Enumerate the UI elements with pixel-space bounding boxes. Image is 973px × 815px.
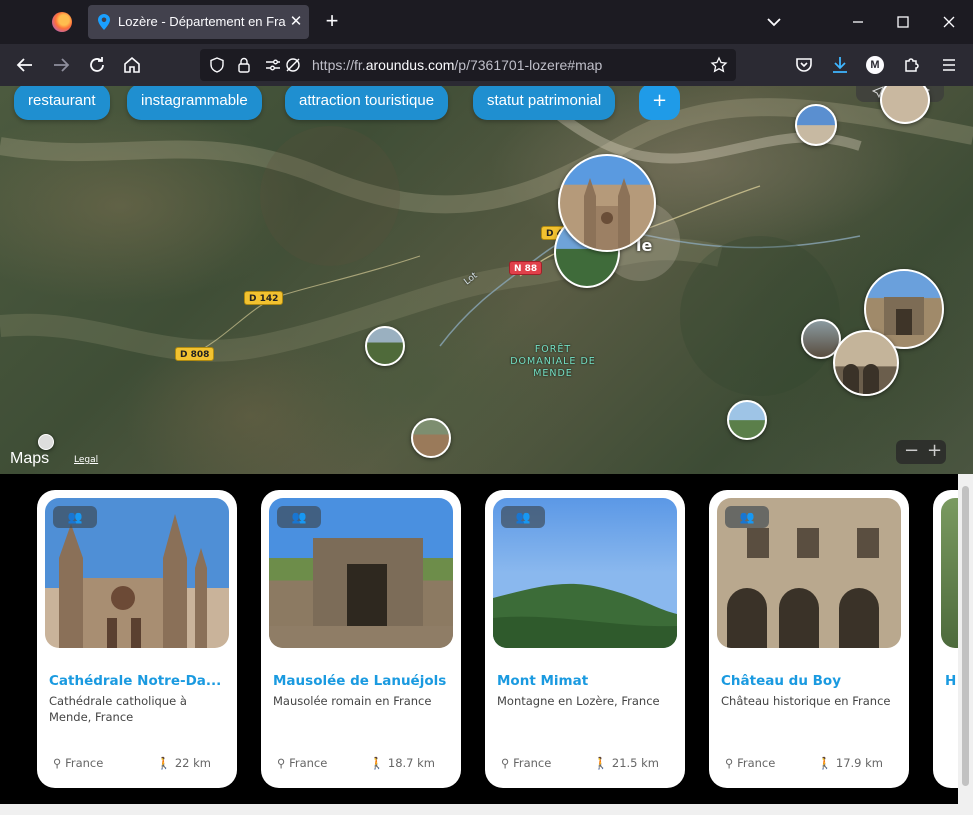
new-tab-button[interactable]: + [321,10,343,32]
filter-chip-heritage[interactable]: statut patrimonial [473,86,616,120]
place-card[interactable]: 👥 Mont Mimat Montagne en Lozère, France … [485,490,685,788]
card-location: ⚲ France [501,756,552,770]
card-description: Montagne en Lozère, France [497,694,660,708]
hamburger-menu-icon[interactable] [937,53,961,77]
card-distance: 🚶 18.7 km [369,756,435,770]
more-filters-button[interactable]: + [639,86,680,120]
people-icon: 👥 [53,506,97,528]
tab-list-chevron-icon[interactable] [762,10,786,34]
filter-chip-instagrammable[interactable]: instagrammable [127,86,262,120]
card-description: Mausolée romain en France [273,694,432,708]
scrollbar-thumb[interactable] [962,486,969,786]
card-location: ⚲ France [277,756,328,770]
card-title[interactable]: Mont Mimat [497,673,677,689]
url-text[interactable]: https://fr.aroundus.com/p/7361701-lozere… [312,57,602,73]
lock-icon[interactable] [236,56,252,74]
people-icon: 👥 [725,506,769,528]
map-pin-church[interactable] [795,104,837,146]
permissions-icon[interactable] [264,57,282,73]
card-footer: ⚲ France 🚶 21.5 km [485,748,685,788]
map-view[interactable]: restaurant instagrammable attraction tou… [0,86,973,474]
location-pin-favicon-icon [98,14,110,30]
map-marker-icon: ⚲ [277,756,286,770]
map-pin-cathedrale[interactable] [558,154,656,252]
card-title[interactable]: Mausolée de Lanuéjols [273,673,453,689]
card-footer: ⚲ France 🚶 18.7 km [261,748,461,788]
bookmark-star-icon[interactable] [710,56,728,74]
map-marker-icon: ⚲ [501,756,510,770]
walking-icon: 🚶 [156,756,172,770]
card-title[interactable]: H [945,673,958,689]
tab-title: Lozère - Département en France [118,14,286,29]
apple-maps-logo: Maps [10,450,50,467]
zoom-out-button[interactable]: − [904,440,919,462]
card-distance: 🚶 17.9 km [817,756,883,770]
walking-icon: 🚶 [593,756,609,770]
card-location: ⚲ France [53,756,104,770]
road-label-d142: D 142 [244,291,284,305]
card-photo-chateau: 👥 [717,498,901,648]
card-location: ⚲ France [725,756,776,770]
road-label-n88: N 88 [509,261,543,275]
home-icon[interactable] [120,53,144,77]
zoom-control[interactable]: − + [896,440,946,464]
forward-arrow-icon[interactable] [49,53,73,77]
minimize-button[interactable] [846,10,870,34]
place-card-partial[interactable]: H [933,490,958,788]
map-pin-village[interactable] [365,326,405,366]
card-footer: ⚲ France 🚶 22 km [37,748,237,788]
url-bar[interactable]: https://fr.aroundus.com/p/7361701-lozere… [200,49,736,81]
card-photo-cathedral: 👥 [45,498,229,648]
card-title[interactable]: Château du Boy [721,673,901,689]
map-pin-house[interactable] [411,418,451,458]
satellite-terrain [0,98,973,396]
place-card[interactable]: 👥 Château du Boy Château historique en F… [709,490,909,788]
browser-tab-bar: Lozère - Département en France ✕ + [0,0,973,44]
account-avatar[interactable]: M [866,56,884,74]
zoom-in-button[interactable]: + [927,440,942,462]
road-label-d808: D 808 [175,347,215,361]
place-card[interactable]: 👥 Cathédrale Notre-Da... Cathédrale cath… [37,490,237,788]
walking-icon: 🚶 [817,756,833,770]
pocket-icon[interactable] [792,53,816,77]
map-pin-small[interactable] [38,434,54,450]
extensions-puzzle-icon[interactable] [900,53,924,77]
bottom-edge [0,804,958,815]
places-carousel[interactable]: 👥 Cathédrale Notre-Da... Cathédrale cath… [0,474,958,804]
card-description: Cathédrale catholique à Mende, France [49,694,187,724]
card-photo-ruins: 👥 [269,498,453,648]
map-pin-valley[interactable] [727,400,767,440]
page-scrollbar[interactable] [958,474,973,815]
place-card[interactable]: 👥 Mausolée de Lanuéjols Mausolée romain … [261,490,461,788]
tab-close-icon[interactable]: ✕ [287,12,305,30]
firefox-icon[interactable] [52,12,72,32]
card-description: Château historique en France [721,694,891,708]
card-distance: 🚶 21.5 km [593,756,659,770]
active-tab[interactable]: Lozère - Département en France ✕ [88,5,309,39]
map-pin-chateau[interactable] [833,330,899,396]
card-photo-mountain: 👥 [493,498,677,648]
forest-label: FORÊT DOMANIALE DE MENDE [510,344,596,379]
map-legal-link[interactable]: Legal [74,455,98,465]
people-icon: 👥 [501,506,545,528]
filter-chip-attraction[interactable]: attraction touristique [285,86,449,120]
tracking-off-icon[interactable] [284,56,302,74]
shield-icon[interactable] [208,56,226,74]
map-marker-icon: ⚲ [725,756,734,770]
card-distance: 🚶 22 km [156,756,211,770]
map-marker-icon: ⚲ [53,756,62,770]
filter-chip-restaurant[interactable]: restaurant [14,86,110,120]
card-photo-partial [941,498,958,648]
walking-icon: 🚶 [369,756,385,770]
people-icon: 👥 [277,506,321,528]
browser-nav-bar: https://fr.aroundus.com/p/7361701-lozere… [0,44,973,86]
back-arrow-icon[interactable] [13,53,37,77]
reload-icon[interactable] [85,53,109,77]
close-window-button[interactable] [937,10,961,34]
downloads-icon[interactable] [828,53,852,77]
card-footer: ⚲ France 🚶 17.9 km [709,748,909,788]
card-title[interactable]: Cathédrale Notre-Da... [49,673,229,689]
maximize-button[interactable] [891,10,915,34]
